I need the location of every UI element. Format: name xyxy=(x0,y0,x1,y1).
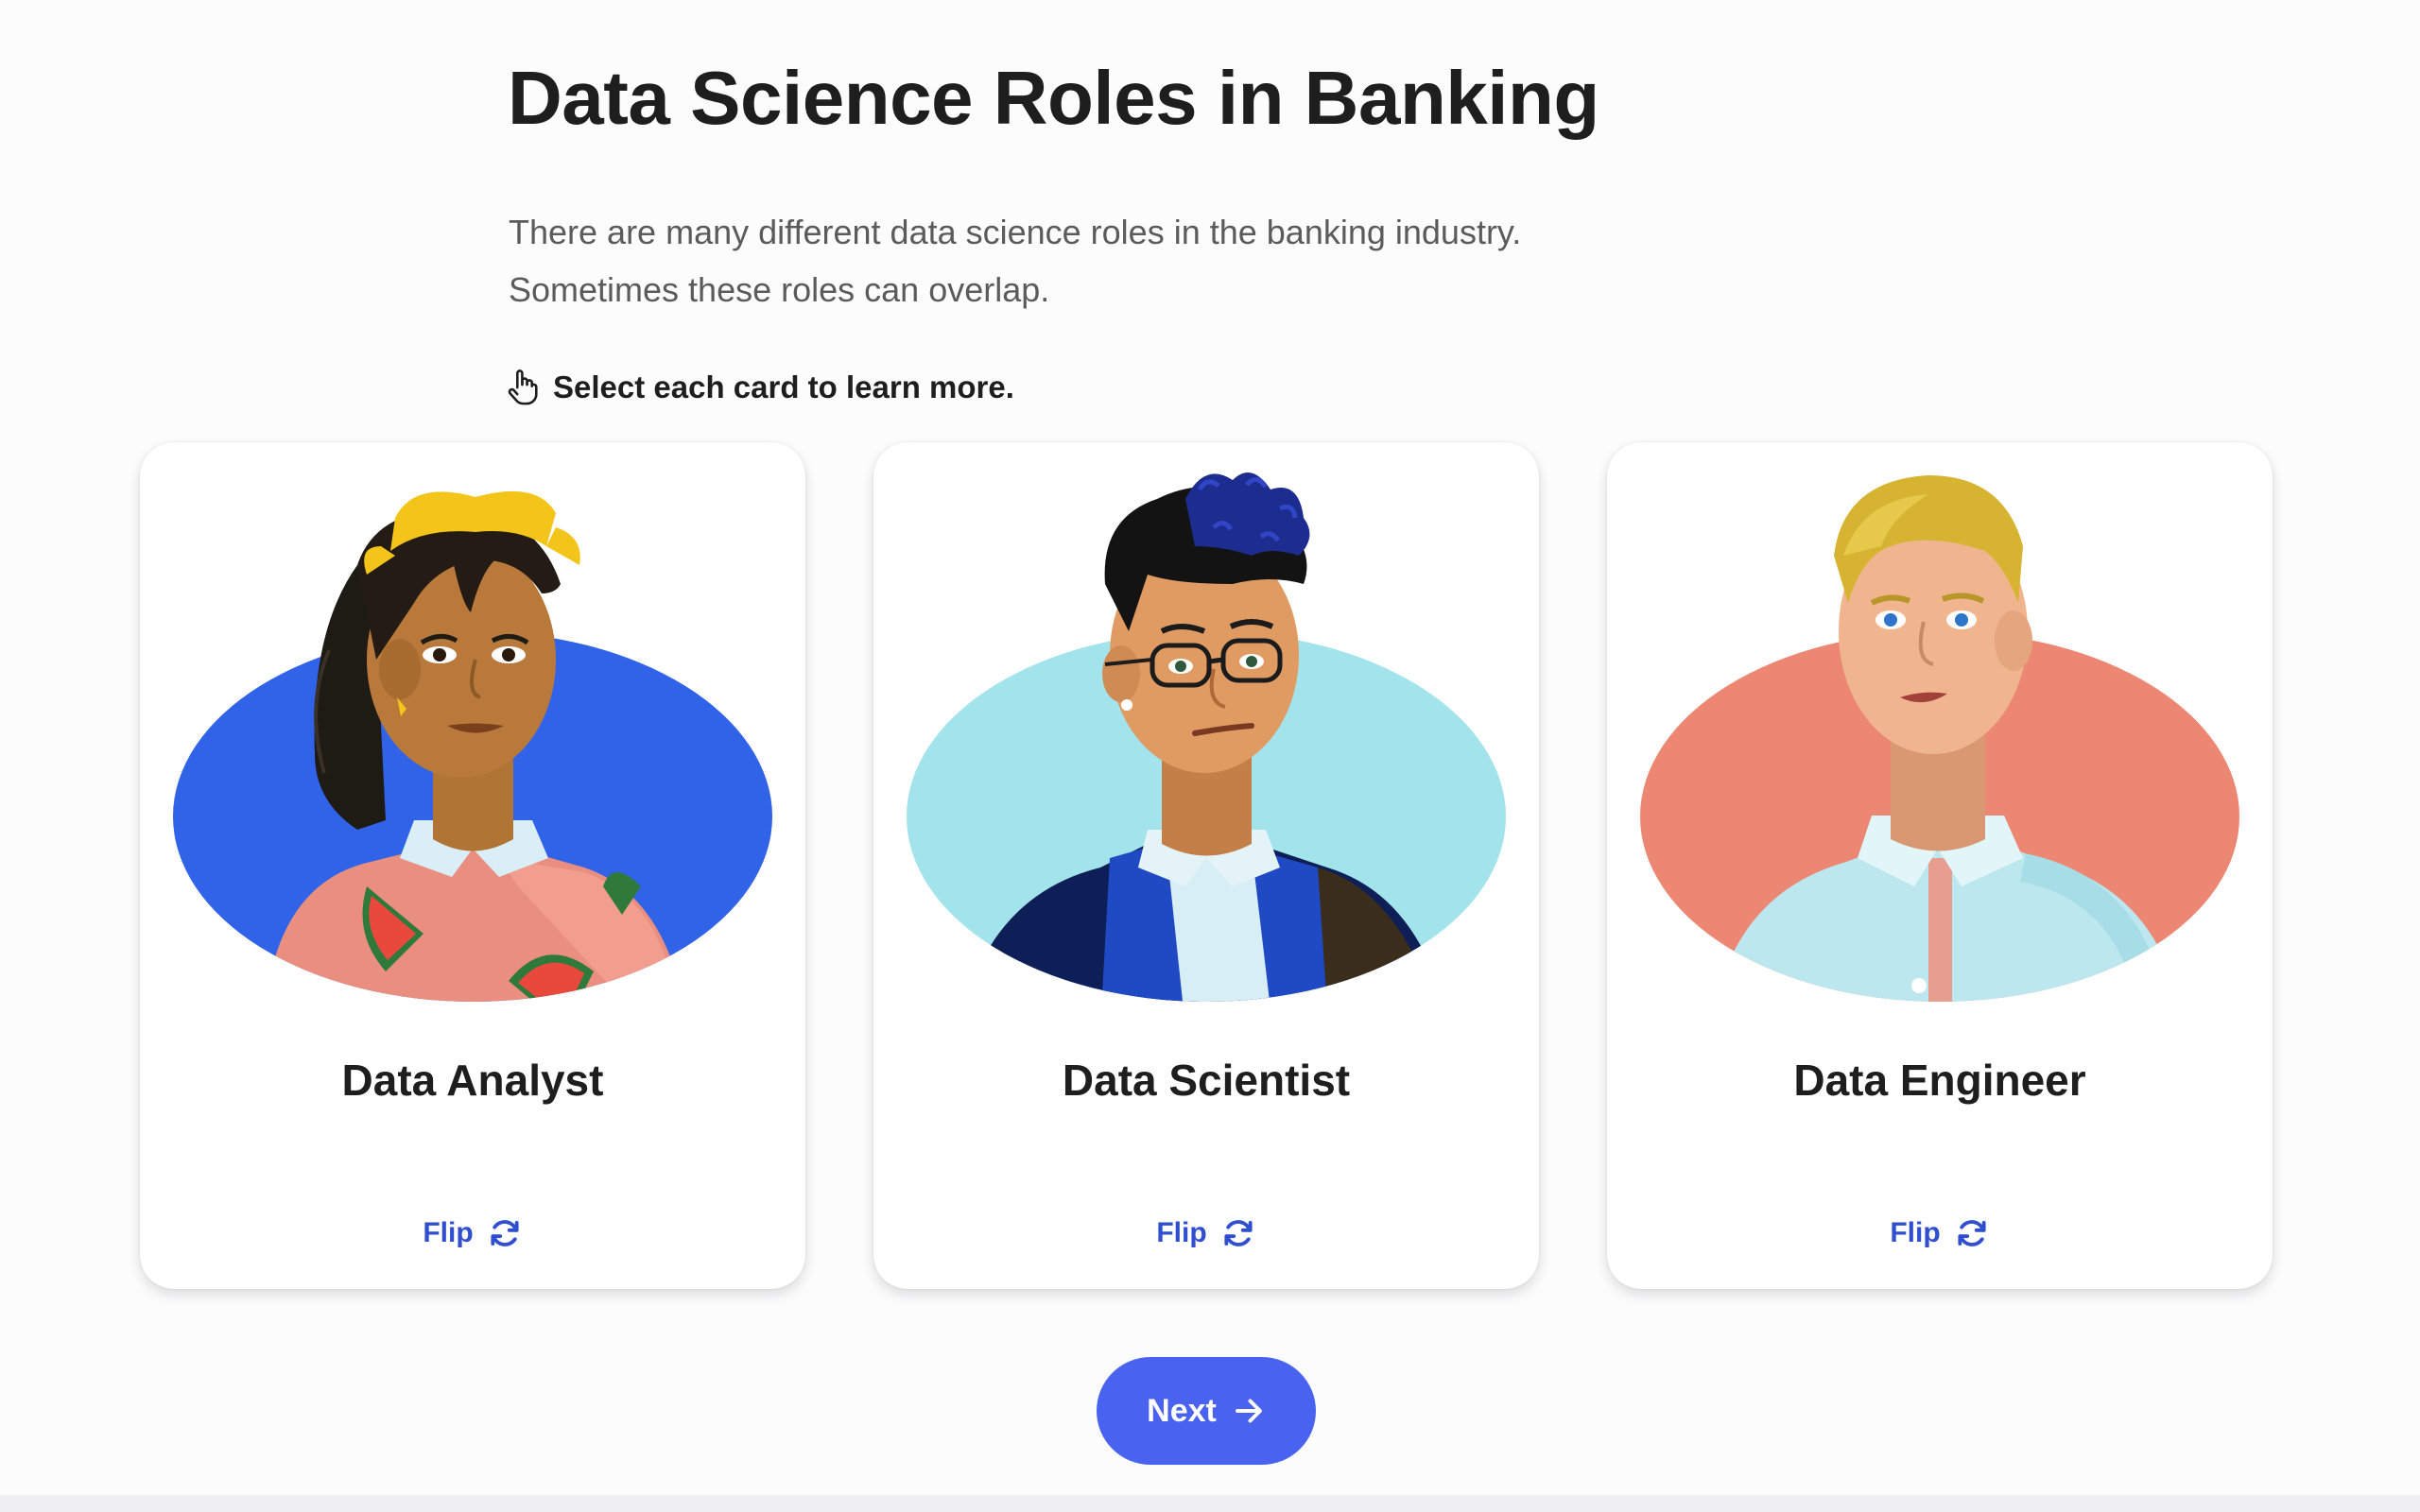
refresh-icon xyxy=(491,1220,519,1246)
next-button[interactable]: Next xyxy=(1097,1357,1316,1465)
page: Data Science Roles in Banking There are … xyxy=(0,0,2420,1512)
role-cards: Data Analyst Flip Data Scientist Flip Da… xyxy=(140,442,2273,1289)
flip-label: Flip xyxy=(423,1217,474,1248)
refresh-icon xyxy=(1224,1220,1253,1246)
data-engineer-illustration xyxy=(1640,475,2239,1002)
data-scientist-illustration xyxy=(907,472,1506,1002)
next-button-label: Next xyxy=(1147,1392,1217,1429)
pointing-hand-icon xyxy=(506,369,540,406)
flip-button[interactable]: Flip xyxy=(1607,1215,2273,1251)
card-data-scientist[interactable]: Data Scientist Flip xyxy=(873,442,1539,1289)
intro-text: There are many different data science ro… xyxy=(509,203,1737,318)
arrow-right-icon xyxy=(1235,1399,1262,1423)
refresh-icon xyxy=(1958,1220,1986,1246)
card-title: Data Scientist xyxy=(1062,1056,1351,1105)
intro-line-1: There are many different data science ro… xyxy=(509,213,1522,251)
card-data-engineer[interactable]: Data Engineer Flip xyxy=(1607,442,2273,1289)
page-title: Data Science Roles in Banking xyxy=(508,56,1599,140)
instruction-text: Select each card to learn more. xyxy=(553,369,1014,404)
intro-line-2: Sometimes these roles can overlap. xyxy=(509,270,1050,309)
card-title: Data Analyst xyxy=(341,1056,604,1105)
flip-label: Flip xyxy=(1156,1217,1207,1248)
flip-button[interactable]: Flip xyxy=(873,1215,1539,1251)
card-title: Data Engineer xyxy=(1793,1056,2086,1105)
data-analyst-illustration xyxy=(173,490,772,1002)
flip-button[interactable]: Flip xyxy=(140,1215,805,1251)
flip-label: Flip xyxy=(1890,1217,1941,1248)
card-data-analyst[interactable]: Data Analyst Flip xyxy=(140,442,805,1289)
instruction: Select each card to learn more. xyxy=(506,369,1014,406)
bottom-strip xyxy=(0,1495,2420,1512)
